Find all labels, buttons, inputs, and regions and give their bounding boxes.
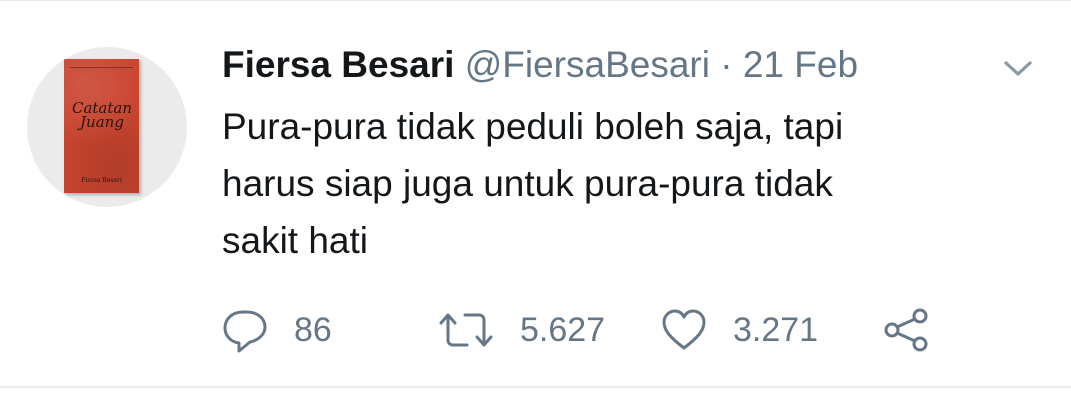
bottom-divider xyxy=(0,386,1071,388)
retweet-count: 5.627 xyxy=(520,310,606,349)
book-cover-top-line xyxy=(70,67,133,68)
author-name[interactable]: Fiersa Besari xyxy=(222,44,454,85)
reply-count: 86 xyxy=(294,310,332,349)
share-button[interactable] xyxy=(882,306,930,354)
tweet-date[interactable]: 21 Feb xyxy=(743,44,858,85)
heart-icon xyxy=(662,309,706,350)
top-divider xyxy=(0,0,1071,1)
author-handle[interactable]: @FiersaBesari xyxy=(465,44,710,85)
like-count: 3.271 xyxy=(733,310,819,349)
chevron-down-icon[interactable] xyxy=(1000,56,1036,80)
share-icon xyxy=(884,308,928,352)
book-cover-image: Catatan Juang Fiersa Besari xyxy=(64,59,139,193)
reply-button[interactable]: 86 xyxy=(222,306,332,354)
header-separator: · xyxy=(720,44,733,85)
retweet-icon xyxy=(439,313,493,347)
like-button[interactable]: 3.271 xyxy=(661,306,818,354)
book-cover-author: Fiersa Besari xyxy=(81,177,122,184)
book-title-line-2: Juang xyxy=(80,113,124,131)
book-cover-title: Catatan Juang xyxy=(69,101,135,131)
tweet-text-line: sakit hati xyxy=(222,220,369,261)
tweet-text-line: Pura-pura tidak peduli boleh saja, tapi xyxy=(222,106,844,147)
tweet-text-line: harus siap juga untuk pura-pura tidak xyxy=(222,163,833,204)
avatar[interactable]: Catatan Juang Fiersa Besari xyxy=(27,47,187,207)
tweet-text: Pura-pura tidak peduli boleh saja, tapi … xyxy=(222,98,982,269)
tweet-header: Fiersa Besari @FiersaBesari · 21 Feb xyxy=(222,42,858,88)
speech-bubble-icon xyxy=(223,310,267,353)
retweet-button[interactable]: 5.627 xyxy=(438,306,605,354)
